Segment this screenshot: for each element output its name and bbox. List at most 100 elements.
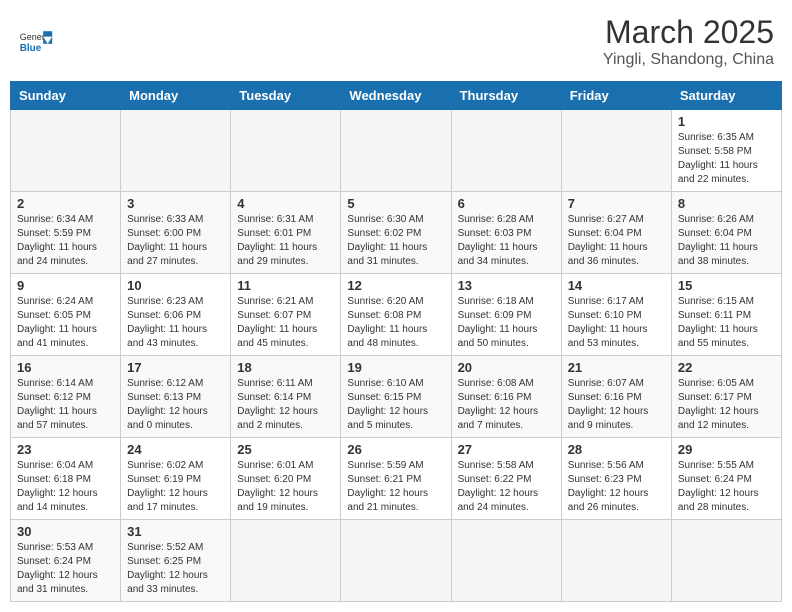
calendar-day-cell: 1 Sunrise: 6:35 AM Sunset: 5:58 PM Daylig…	[671, 110, 781, 192]
day-info: Sunrise: 6:30 AM Sunset: 6:02 PM Dayligh…	[347, 213, 444, 269]
day-number: 22	[678, 360, 775, 375]
calendar-day-cell: 8Sunrise: 6:26 AM Sunset: 6:04 PM Daylig…	[671, 192, 781, 274]
calendar-day-cell: 6Sunrise: 6:28 AM Sunset: 6:03 PM Daylig…	[451, 192, 561, 274]
calendar-week-row: 30Sunrise: 5:53 AM Sunset: 6:24 PM Dayli…	[11, 520, 782, 602]
day-info: Sunrise: 6:35 AM Sunset: 5:58 PM Dayligh…	[678, 131, 775, 187]
calendar-day-cell: 28 Sunrise: 5:56 AM Sunset: 6:23 PM Dayli…	[561, 438, 671, 520]
svg-text:Blue: Blue	[20, 43, 42, 54]
calendar-day-cell: 30Sunrise: 5:53 AM Sunset: 6:24 PM Dayli…	[11, 520, 121, 602]
calendar-day-cell: 11 Sunrise: 6:21 AM Sunset: 6:07 PM Dayli…	[231, 274, 341, 356]
day-info: Sunrise: 6:34 AM Sunset: 5:59 PM Dayligh…	[17, 213, 114, 269]
calendar-day-cell: 20 Sunrise: 6:08 AM Sunset: 6:16 PM Dayli…	[451, 356, 561, 438]
page-header: General Blue March 2025 Yingli, Shandong…	[10, 10, 782, 73]
day-number: 14	[568, 278, 665, 293]
day-info: Sunrise: 6:07 AM Sunset: 6:16 PM Dayligh…	[568, 377, 665, 433]
day-number: 3	[127, 196, 224, 211]
calendar-day-cell: 31Sunrise: 5:52 AM Sunset: 6:25 PM Dayli…	[121, 520, 231, 602]
day-info: Sunrise: 6:15 AM Sunset: 6:11 PM Dayligh…	[678, 295, 775, 351]
day-number: 10	[127, 278, 224, 293]
calendar-day-cell: 5 Sunrise: 6:30 AM Sunset: 6:02 PM Daylig…	[341, 192, 451, 274]
day-info: Sunrise: 6:11 AM Sunset: 6:14 PM Dayligh…	[237, 377, 334, 433]
calendar-day-cell	[231, 110, 341, 192]
calendar-day-cell	[341, 520, 451, 602]
calendar-week-row: 2 Sunrise: 6:34 AM Sunset: 5:59 PM Daylig…	[11, 192, 782, 274]
day-number: 11	[237, 278, 334, 293]
day-number: 12	[347, 278, 444, 293]
day-info: Sunrise: 6:33 AM Sunset: 6:00 PM Dayligh…	[127, 213, 224, 269]
day-number: 6	[458, 196, 555, 211]
calendar-day-cell: 15 Sunrise: 6:15 AM Sunset: 6:11 PM Dayli…	[671, 274, 781, 356]
day-info: Sunrise: 6:05 AM Sunset: 6:17 PM Dayligh…	[678, 377, 775, 433]
day-number: 16	[17, 360, 114, 375]
day-number: 4	[237, 196, 334, 211]
day-of-week-header: Wednesday	[341, 82, 451, 110]
calendar-day-cell	[231, 520, 341, 602]
calendar-day-cell: 26 Sunrise: 5:59 AM Sunset: 6:21 PM Dayli…	[341, 438, 451, 520]
day-number: 18	[237, 360, 334, 375]
title-block: March 2025 Yingli, Shandong, China	[603, 14, 774, 69]
calendar-day-cell: 17 Sunrise: 6:12 AM Sunset: 6:13 PM Dayli…	[121, 356, 231, 438]
day-info: Sunrise: 5:58 AM Sunset: 6:22 PM Dayligh…	[458, 459, 555, 515]
day-info: Sunrise: 6:01 AM Sunset: 6:20 PM Dayligh…	[237, 459, 334, 515]
calendar-table: SundayMondayTuesdayWednesdayThursdayFrid…	[10, 81, 782, 602]
calendar-day-cell: 9Sunrise: 6:24 AM Sunset: 6:05 PM Daylig…	[11, 274, 121, 356]
calendar-day-cell: 18 Sunrise: 6:11 AM Sunset: 6:14 PM Dayli…	[231, 356, 341, 438]
calendar-day-cell	[671, 520, 781, 602]
day-info: Sunrise: 6:04 AM Sunset: 6:18 PM Dayligh…	[17, 459, 114, 515]
calendar-day-cell: 16 Sunrise: 6:14 AM Sunset: 6:12 PM Dayli…	[11, 356, 121, 438]
day-info: Sunrise: 6:08 AM Sunset: 6:16 PM Dayligh…	[458, 377, 555, 433]
day-of-week-header: Tuesday	[231, 82, 341, 110]
day-number: 2	[17, 196, 114, 211]
day-number: 27	[458, 442, 555, 457]
calendar-day-cell: 23 Sunrise: 6:04 AM Sunset: 6:18 PM Dayli…	[11, 438, 121, 520]
day-number: 7	[568, 196, 665, 211]
day-info: Sunrise: 6:27 AM Sunset: 6:04 PM Dayligh…	[568, 213, 665, 269]
calendar-day-cell: 21Sunrise: 6:07 AM Sunset: 6:16 PM Dayli…	[561, 356, 671, 438]
day-info: Sunrise: 5:52 AM Sunset: 6:25 PM Dayligh…	[127, 541, 224, 597]
calendar-day-cell	[341, 110, 451, 192]
day-number: 9	[17, 278, 114, 293]
day-number: 5	[347, 196, 444, 211]
calendar-day-cell	[451, 520, 561, 602]
day-number: 13	[458, 278, 555, 293]
day-number: 25	[237, 442, 334, 457]
calendar-day-cell: 10 Sunrise: 6:23 AM Sunset: 6:06 PM Dayli…	[121, 274, 231, 356]
day-info: Sunrise: 6:21 AM Sunset: 6:07 PM Dayligh…	[237, 295, 334, 351]
calendar-day-cell: 22 Sunrise: 6:05 AM Sunset: 6:17 PM Dayli…	[671, 356, 781, 438]
calendar-header-row: SundayMondayTuesdayWednesdayThursdayFrid…	[11, 82, 782, 110]
day-number: 15	[678, 278, 775, 293]
calendar-day-cell: 27 Sunrise: 5:58 AM Sunset: 6:22 PM Dayli…	[451, 438, 561, 520]
calendar-day-cell: 24Sunrise: 6:02 AM Sunset: 6:19 PM Dayli…	[121, 438, 231, 520]
day-info: Sunrise: 6:12 AM Sunset: 6:13 PM Dayligh…	[127, 377, 224, 433]
calendar-day-cell: 25 Sunrise: 6:01 AM Sunset: 6:20 PM Dayli…	[231, 438, 341, 520]
day-number: 1	[678, 114, 775, 129]
day-number: 20	[458, 360, 555, 375]
day-of-week-header: Sunday	[11, 82, 121, 110]
day-info: Sunrise: 6:26 AM Sunset: 6:04 PM Dayligh…	[678, 213, 775, 269]
day-info: Sunrise: 6:14 AM Sunset: 6:12 PM Dayligh…	[17, 377, 114, 433]
day-info: Sunrise: 5:56 AM Sunset: 6:23 PM Dayligh…	[568, 459, 665, 515]
calendar-day-cell	[451, 110, 561, 192]
day-number: 23	[17, 442, 114, 457]
day-info: Sunrise: 6:23 AM Sunset: 6:06 PM Dayligh…	[127, 295, 224, 351]
day-info: Sunrise: 6:20 AM Sunset: 6:08 PM Dayligh…	[347, 295, 444, 351]
calendar-day-cell: 7 Sunrise: 6:27 AM Sunset: 6:04 PM Daylig…	[561, 192, 671, 274]
logo: General Blue	[18, 24, 54, 60]
day-number: 30	[17, 524, 114, 539]
day-number: 17	[127, 360, 224, 375]
day-info: Sunrise: 5:59 AM Sunset: 6:21 PM Dayligh…	[347, 459, 444, 515]
day-info: Sunrise: 6:18 AM Sunset: 6:09 PM Dayligh…	[458, 295, 555, 351]
calendar-day-cell	[561, 110, 671, 192]
day-number: 19	[347, 360, 444, 375]
calendar-week-row: 1 Sunrise: 6:35 AM Sunset: 5:58 PM Daylig…	[11, 110, 782, 192]
day-number: 28	[568, 442, 665, 457]
calendar-day-cell	[121, 110, 231, 192]
day-number: 24	[127, 442, 224, 457]
day-number: 29	[678, 442, 775, 457]
day-info: Sunrise: 6:10 AM Sunset: 6:15 PM Dayligh…	[347, 377, 444, 433]
day-number: 26	[347, 442, 444, 457]
calendar-day-cell: 3 Sunrise: 6:33 AM Sunset: 6:00 PM Daylig…	[121, 192, 231, 274]
day-info: Sunrise: 5:55 AM Sunset: 6:24 PM Dayligh…	[678, 459, 775, 515]
calendar-week-row: 16 Sunrise: 6:14 AM Sunset: 6:12 PM Dayli…	[11, 356, 782, 438]
calendar-day-cell: 29 Sunrise: 5:55 AM Sunset: 6:24 PM Dayli…	[671, 438, 781, 520]
